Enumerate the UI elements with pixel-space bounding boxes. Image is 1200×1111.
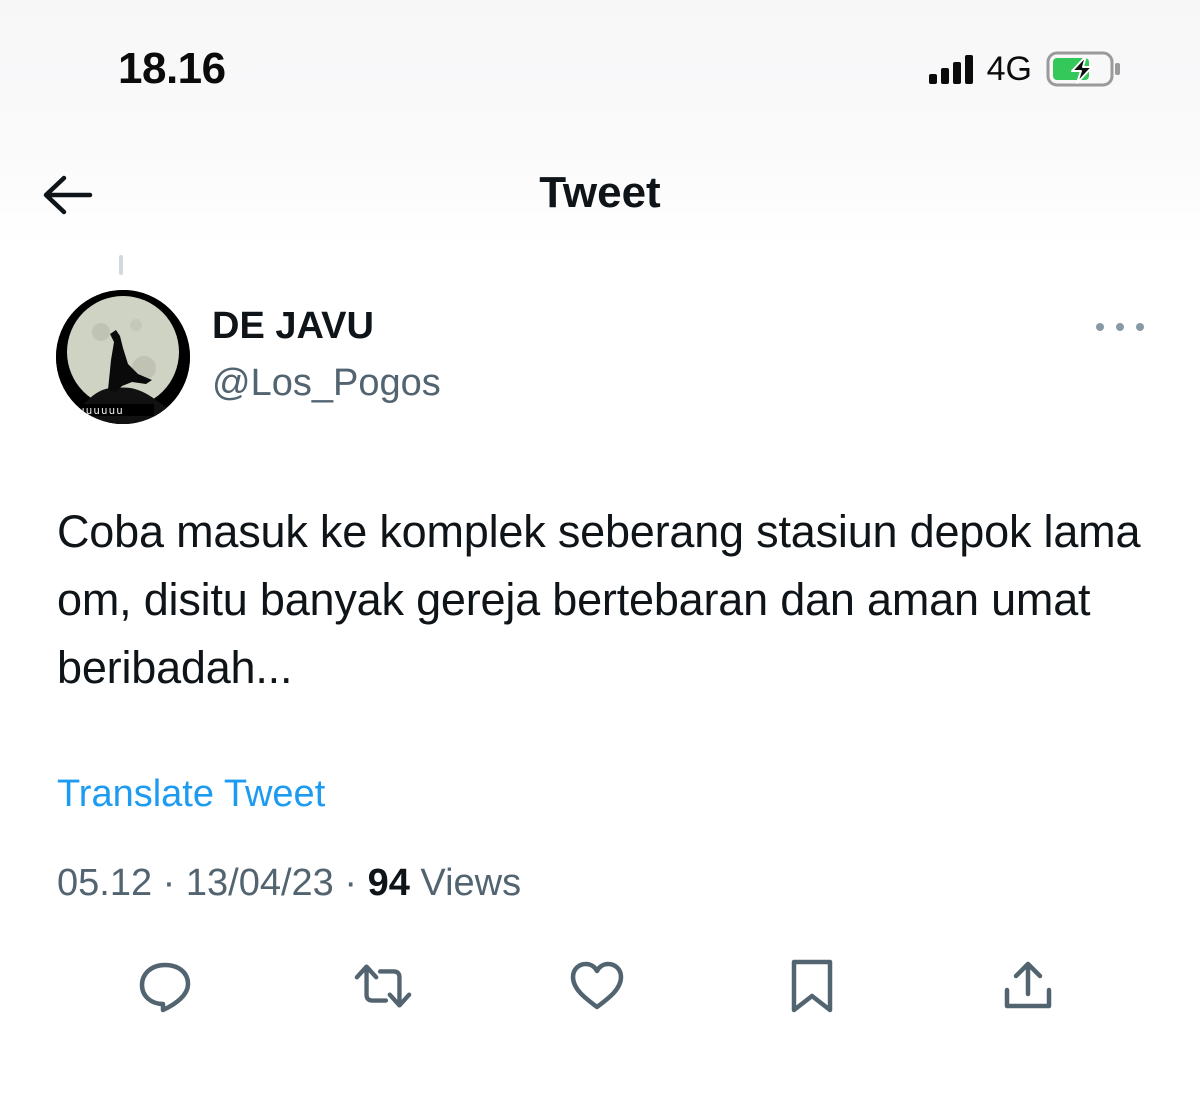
heart-icon [570, 961, 624, 1010]
tweet-action-bar [0, 950, 1200, 1020]
status-indicators: 4G [928, 48, 1122, 90]
more-horizontal-icon[interactable] [1096, 312, 1144, 342]
top-nav-bar: Tweet [0, 160, 1200, 230]
bookmark-button[interactable] [782, 956, 842, 1016]
retweet-icon [354, 964, 412, 1008]
views-label[interactable]: Views [420, 862, 521, 904]
translate-tweet-link[interactable]: Translate Tweet [57, 773, 325, 816]
meta-separator: · [152, 862, 186, 904]
thread-connector-line [119, 255, 123, 275]
battery-charging-icon [1046, 50, 1122, 88]
reply-button[interactable] [135, 956, 195, 1016]
status-time: 18.16 [118, 44, 226, 93]
views-count[interactable]: 94 [368, 862, 410, 904]
retweet-button[interactable] [353, 956, 413, 1016]
reply-bubble-icon [139, 962, 191, 1013]
cellular-signal-icon [928, 54, 973, 84]
share-upload-icon [1004, 961, 1052, 1009]
page-title: Tweet [539, 168, 661, 217]
tweet-time: 05.12 [57, 862, 153, 904]
svg-text:uuuuuu: uuuuuu [78, 404, 124, 417]
howling-wolf-moon-avatar: uuuuuu [56, 290, 190, 424]
bookmark-icon [791, 959, 833, 1013]
author-handle[interactable]: @Los_Pogos [212, 362, 441, 405]
tweet-date: 13/04/23 [185, 862, 334, 904]
tweet-metadata: 05.12 · 13/04/23 · 94 Views [57, 862, 521, 905]
network-type: 4G [986, 49, 1032, 88]
meta-separator: · [333, 862, 368, 904]
tweet-text: Coba masuk ke komplek seberang stasiun d… [57, 506, 1141, 693]
author-avatar[interactable]: uuuuuu [56, 290, 190, 424]
share-button[interactable] [998, 956, 1058, 1016]
like-button[interactable] [567, 956, 627, 1016]
author-name[interactable]: DE JAVU [212, 305, 374, 348]
